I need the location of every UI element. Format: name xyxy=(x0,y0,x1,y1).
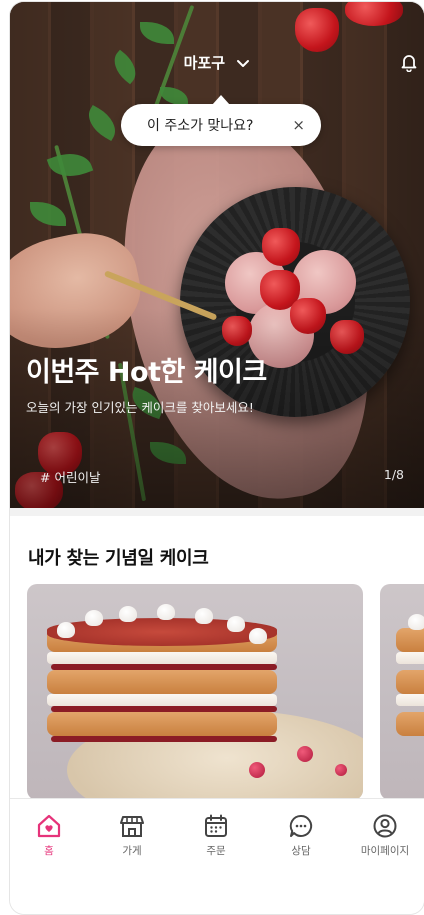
cream-puff xyxy=(57,622,75,638)
bell-icon[interactable] xyxy=(400,52,418,73)
cake-layer xyxy=(396,670,424,694)
location-label: 마포구 xyxy=(183,54,226,72)
user-circle-icon xyxy=(373,814,397,838)
cream-puff xyxy=(227,616,245,632)
nav-store[interactable]: 가게 xyxy=(97,813,167,858)
home-heart-icon xyxy=(37,814,61,838)
cake-layer xyxy=(396,628,424,652)
strawberry-image xyxy=(262,228,300,266)
nav-home-label: 홈 xyxy=(44,845,54,857)
cream-puff xyxy=(157,604,175,620)
chevron-down-icon xyxy=(236,55,250,73)
close-icon[interactable]: × xyxy=(292,116,305,134)
nav-store-label: 가게 xyxy=(122,845,142,857)
cream-puff xyxy=(119,606,137,622)
cake-layer xyxy=(47,670,277,694)
cake-layer xyxy=(51,664,277,670)
chat-bubble-icon xyxy=(289,814,313,837)
hero-title: 이번주 Hot한 케이크 xyxy=(26,357,267,388)
nav-consult[interactable]: 상담 xyxy=(266,813,336,858)
bottom-navigation: 홈 가게 주문 상담 마이페이지 xyxy=(10,798,424,914)
cream-puff xyxy=(85,610,103,626)
cake-layer xyxy=(47,694,277,706)
tooltip-text: 이 주소가 맞나요? xyxy=(147,118,254,134)
cake-layer xyxy=(396,652,424,664)
cream-puff xyxy=(249,628,267,644)
strawberry-image xyxy=(345,2,403,26)
cake-card[interactable] xyxy=(380,584,424,800)
hero-leaf-image xyxy=(160,87,188,105)
nav-order-label: 주문 xyxy=(206,845,226,857)
hero-leaf-image xyxy=(46,145,94,185)
mint-leaf-image xyxy=(380,584,406,602)
strawberry-image xyxy=(295,8,339,52)
nav-order[interactable]: 주문 xyxy=(181,813,251,858)
section-title: 내가 찾는 기념일 케이크 xyxy=(28,548,209,569)
raspberry-image xyxy=(297,746,313,762)
hero-banner[interactable]: 마포구 이 주소가 맞나요? × 이번주 Hot한 케이크 오늘의 가장 인기있… xyxy=(10,2,424,508)
banner-page-counter: 1/8 xyxy=(383,467,404,482)
hero-leaf-image xyxy=(81,104,123,142)
section-divider xyxy=(10,508,424,516)
location-selector[interactable]: 마포구 xyxy=(10,52,424,73)
hero-leaf-image xyxy=(30,202,66,226)
address-confirm-tooltip[interactable]: 이 주소가 맞나요? × xyxy=(121,95,321,146)
calendar-icon xyxy=(205,814,227,837)
nav-mypage-label: 마이페이지 xyxy=(360,845,410,857)
store-icon xyxy=(120,816,144,837)
raspberry-image xyxy=(249,762,265,778)
cake-layer xyxy=(47,712,277,736)
nav-mypage[interactable]: 마이페이지 xyxy=(350,813,420,858)
nav-home[interactable]: 홈 xyxy=(14,813,84,858)
app-screen: 마포구 이 주소가 맞나요? × 이번주 Hot한 케이크 오늘의 가장 인기있… xyxy=(10,2,424,914)
cake-layer xyxy=(396,712,424,736)
cake-layer xyxy=(51,706,277,712)
cream-puff xyxy=(195,608,213,624)
hero-subtitle: 오늘의 가장 인기있는 케이크를 찾아보세요! xyxy=(26,400,254,415)
raspberry-image xyxy=(335,764,347,776)
hero-leaf-image xyxy=(140,22,174,44)
cake-layer xyxy=(51,736,277,742)
nav-consult-label: 상담 xyxy=(291,845,311,857)
cream-puff xyxy=(408,614,424,630)
cake-layer xyxy=(47,652,277,664)
cake-layer xyxy=(396,694,424,706)
hero-hashtag[interactable]: # 어린이날 xyxy=(40,467,100,486)
cake-card[interactable] xyxy=(27,584,363,800)
